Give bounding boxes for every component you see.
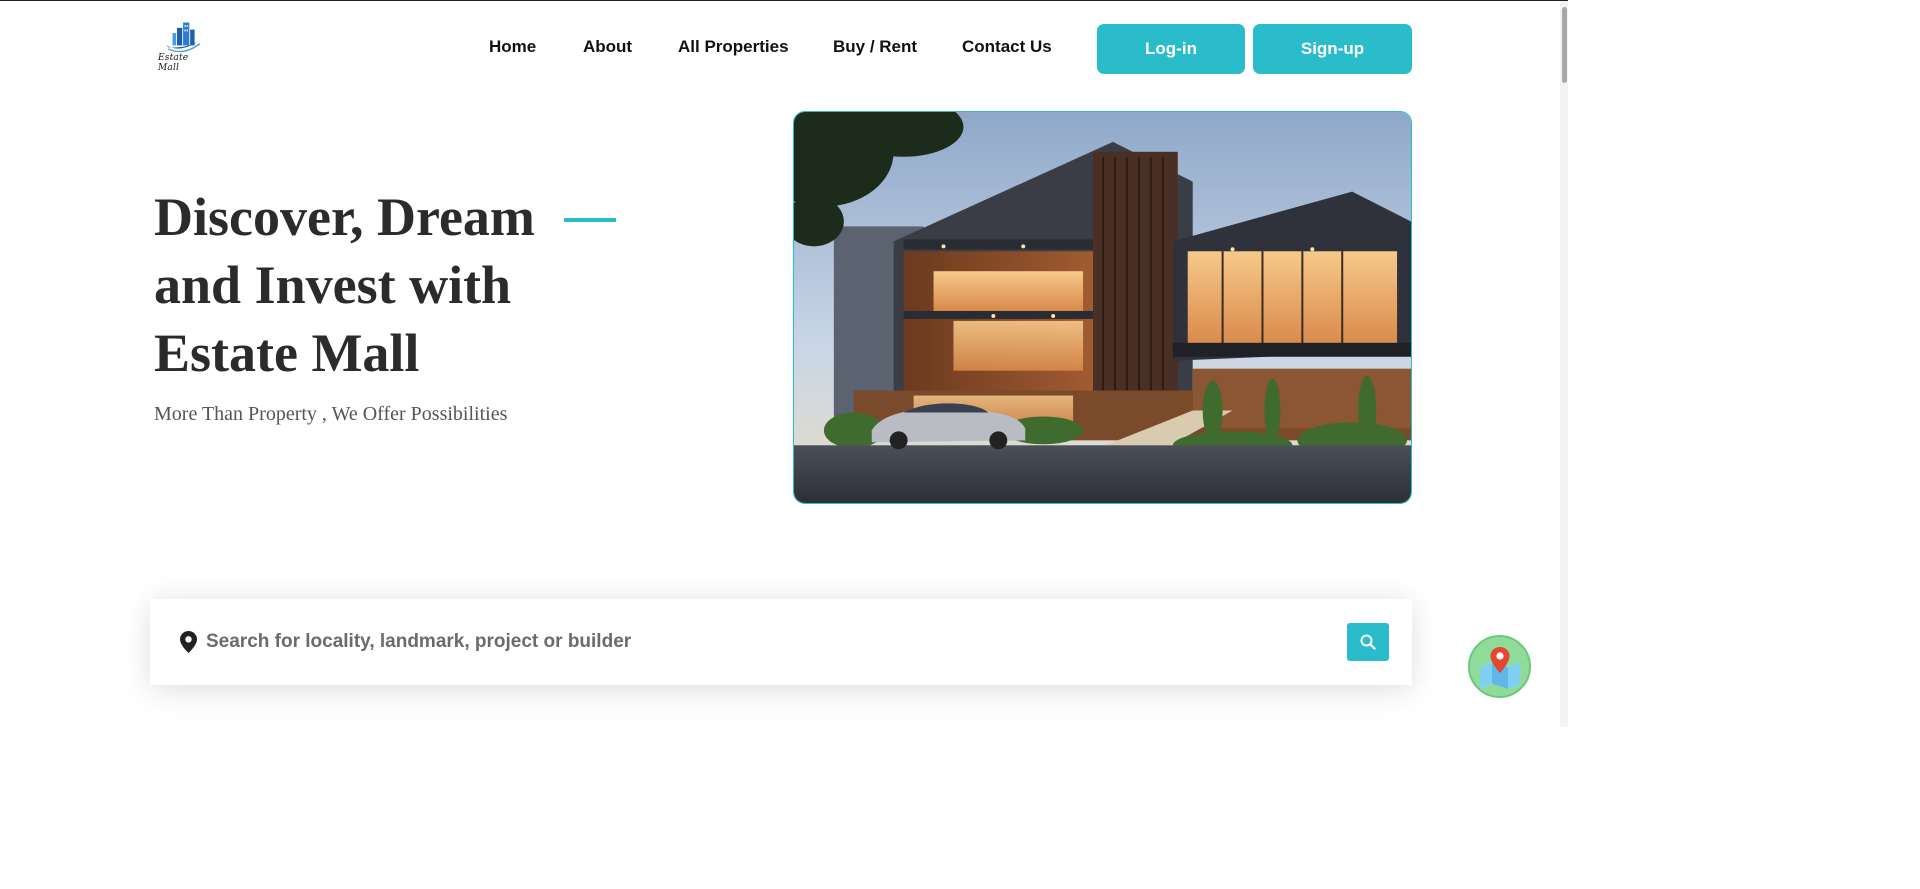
map-floating-button[interactable] (1468, 635, 1531, 698)
modern-house-photo (794, 112, 1411, 503)
map-icon (1479, 646, 1520, 689)
search-input[interactable] (206, 625, 1326, 659)
hero-subtitle: More Than Property , We Offer Possibilit… (154, 403, 508, 425)
nav-all-properties[interactable]: All Properties (678, 37, 789, 57)
hero-title-line-2: and Invest with (154, 255, 512, 315)
title-accent-dash (564, 218, 616, 222)
nav-contact-us[interactable]: Contact Us (962, 37, 1052, 57)
hero-title-line-3: Estate Mall (154, 323, 420, 383)
nav-buy-rent[interactable]: Buy / Rent (833, 37, 917, 57)
search-icon (1360, 634, 1376, 650)
scrollbar-thumb[interactable] (1562, 7, 1567, 83)
property-search-bar (150, 599, 1412, 685)
nav-home[interactable]: Home (489, 37, 536, 57)
nav-about[interactable]: About (583, 37, 632, 57)
search-button[interactable] (1347, 623, 1389, 661)
site-logo[interactable]: Estate Mall (158, 19, 210, 73)
hero-title: Discover, Dream and Invest with Estate M… (154, 183, 654, 387)
building-logo-icon (166, 22, 202, 53)
login-button[interactable]: Log-in (1097, 24, 1245, 74)
hero-house-image (793, 111, 1412, 504)
hero-title-line-1: Discover, Dream (154, 187, 535, 247)
signup-button[interactable]: Sign-up (1253, 24, 1412, 74)
scrollbar-track[interactable] (1560, 1, 1568, 727)
logo-text: Estate Mall (158, 53, 189, 73)
location-pin-icon (180, 631, 197, 653)
